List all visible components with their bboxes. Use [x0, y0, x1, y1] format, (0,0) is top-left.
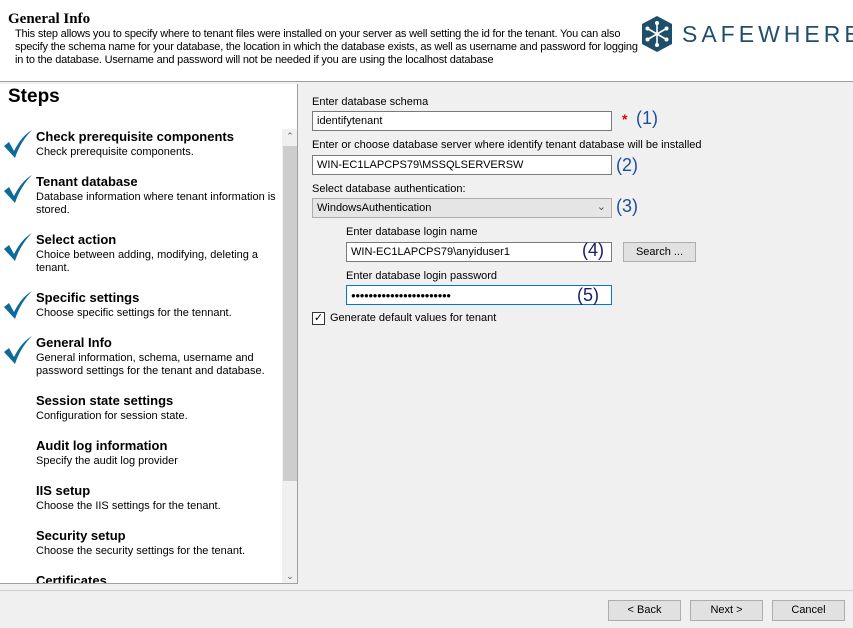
schema-input[interactable]: identifytenant — [312, 111, 612, 131]
search-button[interactable]: Search ... — [623, 242, 696, 262]
step-item: Select action Choice between adding, modi… — [0, 231, 282, 275]
annotation-2: (2) — [616, 155, 638, 175]
step-description: Specify the audit log provider — [36, 455, 178, 467]
steps-title: Steps — [8, 86, 60, 107]
checkmark-icon — [4, 233, 32, 261]
server-label: Enter or choose database server where id… — [312, 139, 702, 151]
login-label: Enter database login name — [346, 226, 478, 238]
step-item: General Info General information, schema,… — [0, 334, 282, 378]
step-description: Check prerequisite components. — [36, 146, 194, 158]
step-title: Select action — [36, 232, 117, 247]
back-button[interactable]: < Back — [608, 600, 681, 621]
step-description: Choice between adding, modifying, deleti… — [36, 249, 258, 274]
generate-checkbox[interactable]: ✓ — [312, 312, 325, 325]
step-item: IIS setup Choose the IIS settings for the… — [0, 482, 282, 513]
annotation-1: (1) — [636, 108, 658, 128]
step-title: Audit log information — [36, 438, 168, 453]
snowflake-logo-icon — [642, 16, 672, 52]
cancel-button[interactable]: Cancel — [772, 600, 845, 621]
footer-divider — [0, 590, 853, 591]
step-title: IIS setup — [36, 483, 91, 498]
step-item: Specific settings Choose specific setting… — [0, 289, 282, 320]
schema-label: Enter database schema — [312, 96, 429, 108]
safewhere-logo: SAFEWHERE — [641, 16, 853, 52]
logo-text: SAFEWHERE — [682, 20, 853, 47]
step-title: Certificates — [36, 573, 107, 584]
steps-scrollbar[interactable]: ⌃ ⌄ — [282, 129, 297, 583]
annotation-3: (3) — [616, 196, 638, 216]
required-mark: * — [622, 111, 628, 127]
step-title: Check prerequisite components — [36, 129, 234, 144]
checkmark-icon — [4, 130, 32, 158]
step-item: Audit log information Specify the audit l… — [0, 437, 282, 468]
step-description: General information, schema, username an… — [36, 352, 265, 377]
step-item: Certificates — [0, 572, 282, 584]
annotation-4: (4) — [582, 240, 604, 260]
scrollbar-thumb[interactable] — [283, 146, 297, 481]
checkmark-icon — [4, 291, 32, 319]
generate-label: Generate default values for tenant — [330, 312, 497, 324]
password-label: Enter database login password — [346, 270, 498, 282]
steps-panel: Steps Check prerequisite components Check… — [0, 84, 298, 584]
step-description: Choose specific settings for the tennant… — [36, 307, 232, 319]
auth-select-value: WindowsAuthentication — [317, 202, 432, 214]
auth-label: Select database authentication: — [312, 183, 466, 195]
scroll-down-icon[interactable]: ⌄ — [282, 571, 297, 582]
checkmark-icon: ✓ — [313, 312, 324, 324]
step-description: Choose the security settings for the ten… — [36, 545, 246, 557]
step-title: Security setup — [36, 528, 126, 543]
checkmark-icon — [4, 336, 32, 364]
server-input[interactable]: WIN-EC1LAPCPS79\MSSQLSERVERSW — [312, 155, 612, 175]
step-description: Configuration for session state. — [36, 410, 188, 422]
step-item: Check prerequisite components Check prere… — [0, 128, 282, 159]
step-title: Tenant database — [36, 174, 138, 189]
step-title: Specific settings — [36, 290, 140, 305]
auth-select[interactable]: WindowsAuthentication ⌄ — [312, 198, 612, 218]
step-title: General Info — [36, 335, 112, 350]
step-item: Session state settings Configuration for … — [0, 392, 282, 423]
annotation-5: (5) — [577, 285, 599, 305]
step-list: Check prerequisite components Check prere… — [0, 128, 282, 584]
page-description: This step allows you to specify where to… — [15, 28, 638, 66]
step-title: Session state settings — [36, 393, 174, 408]
step-description: Database information where tenant inform… — [36, 191, 276, 216]
step-item: Tenant database Database information wher… — [0, 173, 282, 217]
checkmark-icon — [4, 175, 32, 203]
password-input[interactable]: ●●●●●●●●●●●●●●●●●●●●●●● — [346, 285, 612, 305]
step-item: Security setup Choose the security settin… — [0, 527, 282, 558]
page-title: General Info — [8, 11, 91, 27]
chevron-down-icon: ⌄ — [596, 201, 606, 213]
step-description: Choose the IIS settings for the tenant. — [36, 500, 221, 512]
login-input[interactable]: WIN-EC1LAPCPS79\anyiduser1 — [346, 242, 612, 262]
next-button[interactable]: Next > — [690, 600, 763, 621]
scroll-up-icon[interactable]: ⌃ — [282, 131, 297, 142]
header: General Info This step allows you to spe… — [0, 0, 853, 82]
